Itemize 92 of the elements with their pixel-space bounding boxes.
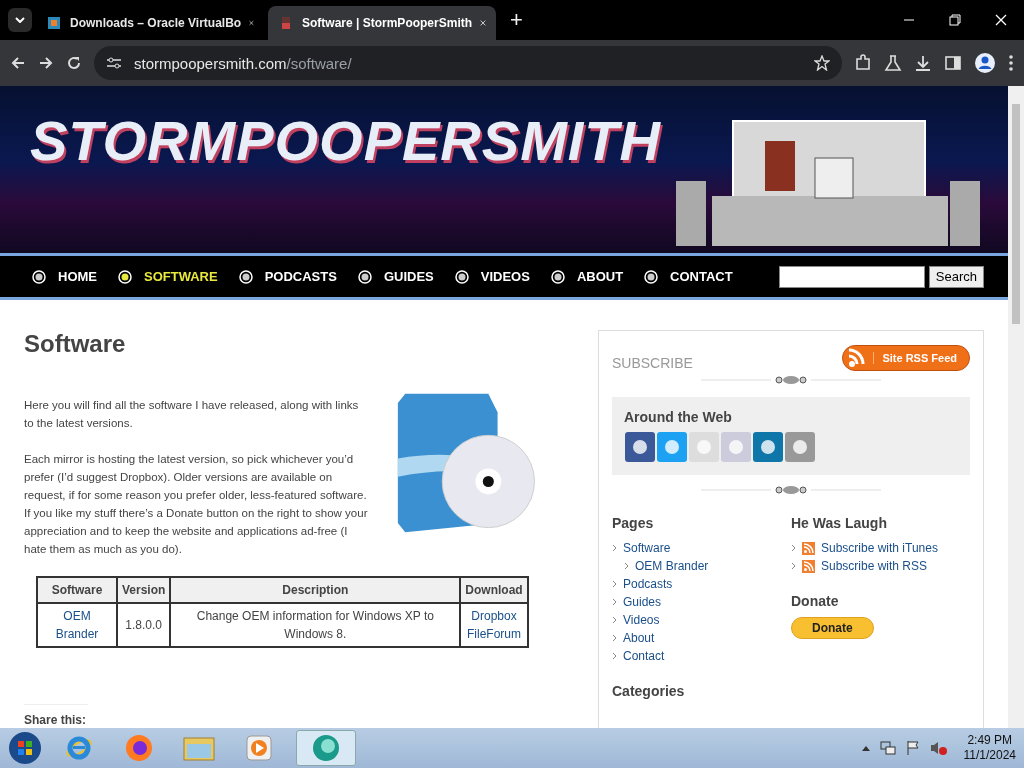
- page-link[interactable]: Contact: [623, 647, 665, 665]
- share-heading: Share this:: [24, 704, 88, 727]
- cube-icon: [46, 15, 62, 31]
- new-tab-button[interactable]: +: [500, 7, 533, 33]
- browser-tab[interactable]: Software | StormPooperSmith: [268, 6, 496, 40]
- page-link[interactable]: Podcasts: [623, 575, 673, 593]
- restore-icon[interactable]: [949, 14, 961, 26]
- search-button[interactable]: Search: [928, 265, 984, 288]
- side-panel-icon[interactable]: [944, 54, 962, 72]
- categories-heading: Categories: [612, 683, 686, 699]
- table-cell: Change OEM information for Windows XP to Windows 8.: [170, 603, 461, 647]
- column-header: Description: [170, 577, 461, 603]
- page-link[interactable]: OEM Brander: [635, 557, 709, 575]
- nav-link[interactable]: ABOUT: [550, 269, 624, 284]
- scrollbar-thumb[interactable]: [1012, 104, 1020, 324]
- nav-link[interactable]: HOME: [32, 269, 97, 284]
- taskbar-app[interactable]: [296, 730, 356, 766]
- folder-icon: [183, 734, 215, 762]
- intro-paragraph: Each mirror is hosting the latest version, so pick whichever you’d prefer (I’d suggest Dropbox). Older versions are available on request, if for some reason you prefer older, less-featured software. If you like my stuff there’s a Donate button on the right to show your appreciation and to keep the website and applications ad-free (I hate them as much as you do).: [24, 452, 369, 557]
- around-heading: Around the Web: [624, 409, 733, 425]
- sliders-icon[interactable]: [106, 56, 122, 70]
- start-orb-icon[interactable]: [8, 731, 42, 765]
- column-header: Software: [37, 577, 117, 603]
- search-field[interactable]: [778, 265, 925, 288]
- nav-link[interactable]: SOFTWARE: [118, 269, 218, 284]
- caret-up-icon[interactable]: [861, 745, 870, 751]
- round-app-icon: [311, 733, 341, 763]
- rss-icon: [802, 559, 815, 573]
- radio-bullet-icon: [454, 269, 469, 284]
- donate-button[interactable]: Donate: [791, 617, 874, 639]
- chevron-icon: [612, 652, 617, 660]
- pages-heading: Pages: [612, 515, 655, 531]
- rss-icon: [802, 541, 815, 555]
- intro-paragraph: Here you will find all the software I have released, along with links to the latest versions.: [24, 398, 360, 431]
- column-header: Download: [460, 577, 528, 603]
- subscribe-link[interactable]: Subscribe with iTunes: [821, 539, 938, 557]
- download-link[interactable]: FileForum: [465, 625, 523, 643]
- podcast-heading: He Was Laugh: [791, 515, 888, 531]
- chevron-icon: [612, 544, 617, 552]
- chevron-down-icon: [15, 17, 25, 23]
- nav-link[interactable]: VIDEOS: [454, 269, 530, 284]
- chevron-icon: [612, 616, 617, 624]
- close-icon[interactable]: [995, 14, 1007, 26]
- page-link[interactable]: Software: [623, 539, 671, 557]
- chevron-icon: [791, 562, 796, 570]
- scrollbar[interactable]: [1008, 86, 1024, 728]
- tab-list-button[interactable]: [8, 8, 32, 32]
- page-link[interactable]: About: [623, 629, 655, 647]
- site-logo[interactable]: STORMPOOPERSMITH: [30, 108, 661, 173]
- network-icon[interactable]: [879, 740, 896, 756]
- forward-arrow-icon[interactable]: [38, 55, 54, 71]
- reload-icon[interactable]: [66, 55, 82, 71]
- star-icon[interactable]: [814, 55, 830, 71]
- fox-globe-icon: [124, 733, 154, 763]
- page-title: Software: [24, 330, 127, 358]
- download-icon[interactable]: [914, 54, 932, 72]
- radio-bullet-icon: [238, 269, 253, 284]
- radio-bullet-icon: [550, 269, 565, 284]
- subscribe-heading: SUBSCRIBE: [612, 355, 693, 371]
- puzzle-piece-icon[interactable]: [854, 54, 872, 72]
- radio-bullet-icon: [32, 269, 46, 284]
- chevron-icon: [612, 634, 617, 642]
- donate-heading: Donate: [791, 593, 840, 609]
- browser-tab[interactable]: Downloads – Oracle VirtualBo: [36, 6, 264, 40]
- nav-link[interactable]: GUIDES: [357, 269, 434, 284]
- chevron-icon: [791, 544, 796, 552]
- page-link[interactable]: Guides: [623, 593, 662, 611]
- clock[interactable]: 2:49 PM 11/1/2024: [963, 733, 1016, 763]
- ornament-divider-icon: [701, 375, 881, 385]
- play-icon: [246, 735, 272, 761]
- address-bar[interactable]: stormpoopersmith.com/software/: [94, 46, 842, 80]
- chevron-icon: [612, 598, 617, 606]
- radio-bullet-icon: [644, 269, 659, 284]
- flag-icon[interactable]: [905, 740, 920, 756]
- flask-icon[interactable]: [884, 54, 902, 72]
- speaker-muted-icon[interactable]: [929, 740, 948, 756]
- column-header: Version: [117, 577, 171, 603]
- table-cell: 1.8.0.0: [117, 603, 171, 647]
- subscribe-link[interactable]: Subscribe with RSS: [821, 557, 928, 575]
- close-icon[interactable]: [480, 18, 486, 28]
- radio-bullet-icon: [118, 269, 132, 284]
- ornament-divider-icon: [701, 485, 881, 495]
- nav-link[interactable]: PODCASTS: [238, 269, 337, 284]
- download-link[interactable]: Dropbox: [465, 607, 523, 625]
- page-link[interactable]: Videos: [623, 611, 660, 629]
- chevron-icon: [624, 562, 629, 570]
- profile-icon[interactable]: [974, 52, 996, 74]
- radio-bullet-icon: [357, 269, 372, 284]
- nav-link[interactable]: CONTACT: [644, 269, 733, 284]
- chevron-icon: [612, 580, 617, 588]
- menu-icon[interactable]: [1008, 54, 1014, 72]
- back-arrow-icon[interactable]: [10, 55, 26, 71]
